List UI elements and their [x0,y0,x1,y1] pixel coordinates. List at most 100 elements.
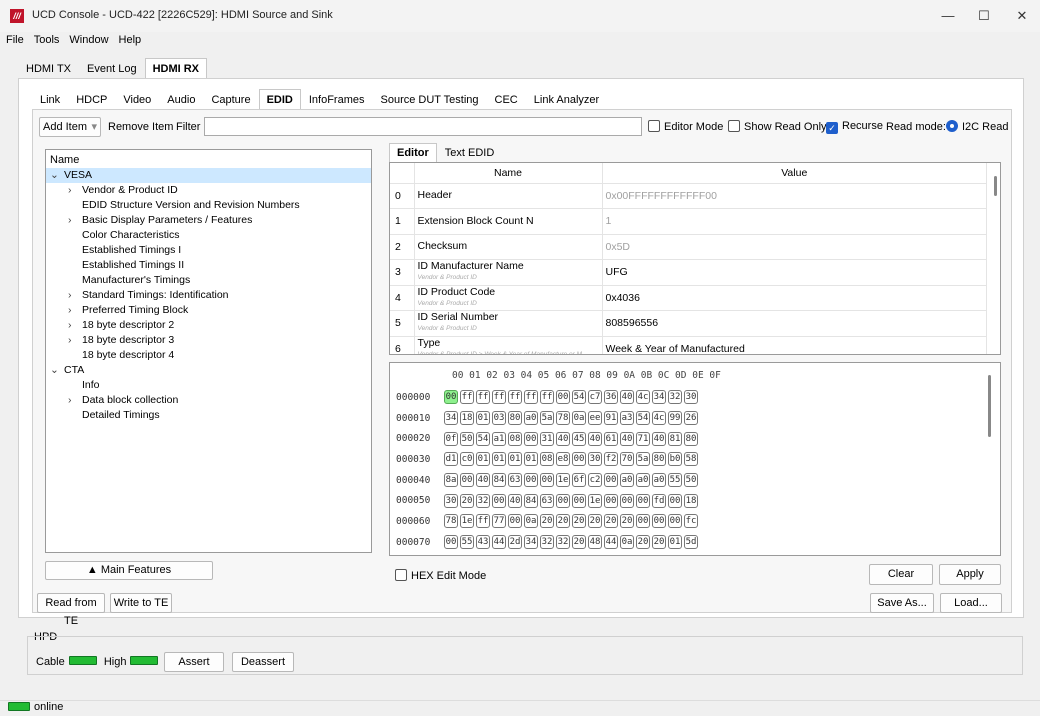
tab-hdmi-rx[interactable]: HDMI RX [144,58,208,78]
hex-byte[interactable]: 20 [620,514,634,529]
chevron-right-icon[interactable]: › [68,303,82,318]
editor-mode-checkbox[interactable]: Editor Mode [648,120,723,133]
hex-byte[interactable]: 20 [588,514,602,529]
tab-audio[interactable]: Audio [159,89,203,109]
hex-byte[interactable]: d1 [444,452,458,467]
hex-byte[interactable]: 32 [668,390,682,405]
tab-edid[interactable]: EDID [258,89,301,109]
chevron-right-icon[interactable]: › [68,393,82,408]
clear-button[interactable]: Clear [869,564,933,585]
hex-byte[interactable]: 55 [460,535,474,550]
tree-item[interactable]: ⌄ VESA [46,168,371,183]
hex-byte[interactable]: 40 [508,493,522,508]
grid-cell-value[interactable]: 0x5D [602,234,987,260]
tree-item[interactable]: › Basic Display Parameters / Features [46,213,371,228]
hex-byte[interactable]: ff [476,390,490,405]
grid-cell-value[interactable]: 0x4036 [602,285,987,311]
remove-item-button[interactable]: Remove Item [108,121,173,133]
hex-byte[interactable]: 2d [508,535,522,550]
grid-cell-value[interactable]: 0x00FFFFFFFFFFFF00 [602,183,987,209]
tree-item[interactable]: › Vendor & Product ID [46,183,371,198]
hex-byte[interactable]: 44 [604,535,618,550]
chevron-down-icon[interactable]: ⌄ [50,168,64,183]
hex-byte[interactable]: 20 [572,535,586,550]
hex-byte[interactable]: 6f [572,473,586,488]
minimize-button[interactable]: — [930,4,966,28]
hex-byte[interactable]: 45 [572,431,586,446]
hex-byte[interactable]: c7 [588,390,602,405]
hex-byte[interactable]: 00 [524,431,538,446]
hex-byte[interactable]: 50 [460,431,474,446]
hex-byte[interactable]: 34 [652,390,666,405]
hex-byte[interactable]: e8 [556,452,570,467]
hex-byte[interactable]: 91 [604,411,618,426]
tree-item[interactable]: › Preferred Timing Block [46,303,371,318]
hex-byte[interactable]: fd [652,493,666,508]
hex-byte[interactable]: 8a [444,473,458,488]
hex-byte[interactable]: c2 [588,473,602,488]
hex-byte[interactable]: 01 [492,452,506,467]
hex-byte[interactable]: 78 [444,514,458,529]
hex-byte[interactable]: ff [476,514,490,529]
hex-byte[interactable]: a0 [636,473,650,488]
hex-byte[interactable]: a0 [524,411,538,426]
hex-byte[interactable]: 20 [636,535,650,550]
tree-item[interactable]: › 18 byte descriptor 3 [46,333,371,348]
hex-byte[interactable]: fc [684,514,698,529]
hex-byte[interactable]: 01 [476,411,490,426]
hex-byte[interactable]: 00 [572,493,586,508]
tab-video[interactable]: Video [115,89,159,109]
hex-byte[interactable]: 84 [524,493,538,508]
hex-byte[interactable]: 30 [588,452,602,467]
hex-byte[interactable]: 70 [620,452,634,467]
hex-byte[interactable]: 20 [460,493,474,508]
hex-byte[interactable]: 0a [524,514,538,529]
tree-item[interactable]: Info [46,378,371,393]
tab-text-edid[interactable]: Text EDID [437,143,503,162]
hex-byte[interactable]: 54 [572,390,586,405]
grid-cell-value[interactable]: Week & Year of Manufactured [602,336,987,354]
grid-cell-value[interactable]: UFG [602,259,987,286]
hex-byte[interactable]: 4c [636,390,650,405]
add-item-button[interactable]: Add Item ▾ [39,117,101,137]
hex-byte[interactable]: a3 [620,411,634,426]
hex-byte[interactable]: ff [524,390,538,405]
write-to-te-button[interactable]: Write to TE [110,593,172,613]
hex-byte[interactable]: 84 [492,473,506,488]
hex-byte[interactable]: 48 [588,535,602,550]
tab-hdmi-tx[interactable]: HDMI TX [18,58,79,78]
hex-byte[interactable]: 50 [684,473,698,488]
hex-byte[interactable]: 40 [588,431,602,446]
hex-byte[interactable]: c0 [460,452,474,467]
menu-window[interactable]: Window [69,32,108,48]
hex-byte[interactable]: 30 [444,493,458,508]
tree-item[interactable]: › Standard Timings: Identification [46,288,371,303]
hex-byte[interactable]: 32 [556,535,570,550]
chevron-right-icon[interactable]: › [68,318,82,333]
hex-byte[interactable]: 55 [668,473,682,488]
hex-byte[interactable]: 00 [444,535,458,550]
hex-byte[interactable]: ff [540,390,554,405]
hex-byte[interactable]: 40 [476,473,490,488]
hex-byte[interactable]: 1e [556,473,570,488]
tree-item[interactable]: › Data block collection [46,393,371,408]
grid-row[interactable]: 4 ID Product Code Vendor & Product ID 0x403… [390,285,987,311]
hex-byte[interactable]: 54 [636,411,650,426]
tree-item[interactable]: 18 byte descriptor 4 [46,348,371,363]
hex-byte[interactable]: 00 [556,390,570,405]
hex-byte[interactable]: 00 [668,514,682,529]
hex-byte[interactable]: 01 [476,452,490,467]
hex-byte[interactable]: ff [460,390,474,405]
tree-item[interactable]: Established Timings II [46,258,371,273]
tab-event-log[interactable]: Event Log [79,58,145,78]
hex-byte[interactable]: 78 [556,411,570,426]
chevron-right-icon[interactable]: › [68,183,82,198]
hex-byte[interactable]: 44 [492,535,506,550]
hex-byte[interactable]: 00 [604,473,618,488]
hex-byte[interactable]: 08 [540,452,554,467]
hex-byte[interactable]: 54 [476,431,490,446]
hex-byte[interactable]: 63 [540,493,554,508]
grid-cell-value[interactable]: 1 [602,208,987,235]
apply-button[interactable]: Apply [939,564,1001,585]
grid-row[interactable]: 6 Type Vendor & Product ID > Week & Year o… [390,336,987,354]
